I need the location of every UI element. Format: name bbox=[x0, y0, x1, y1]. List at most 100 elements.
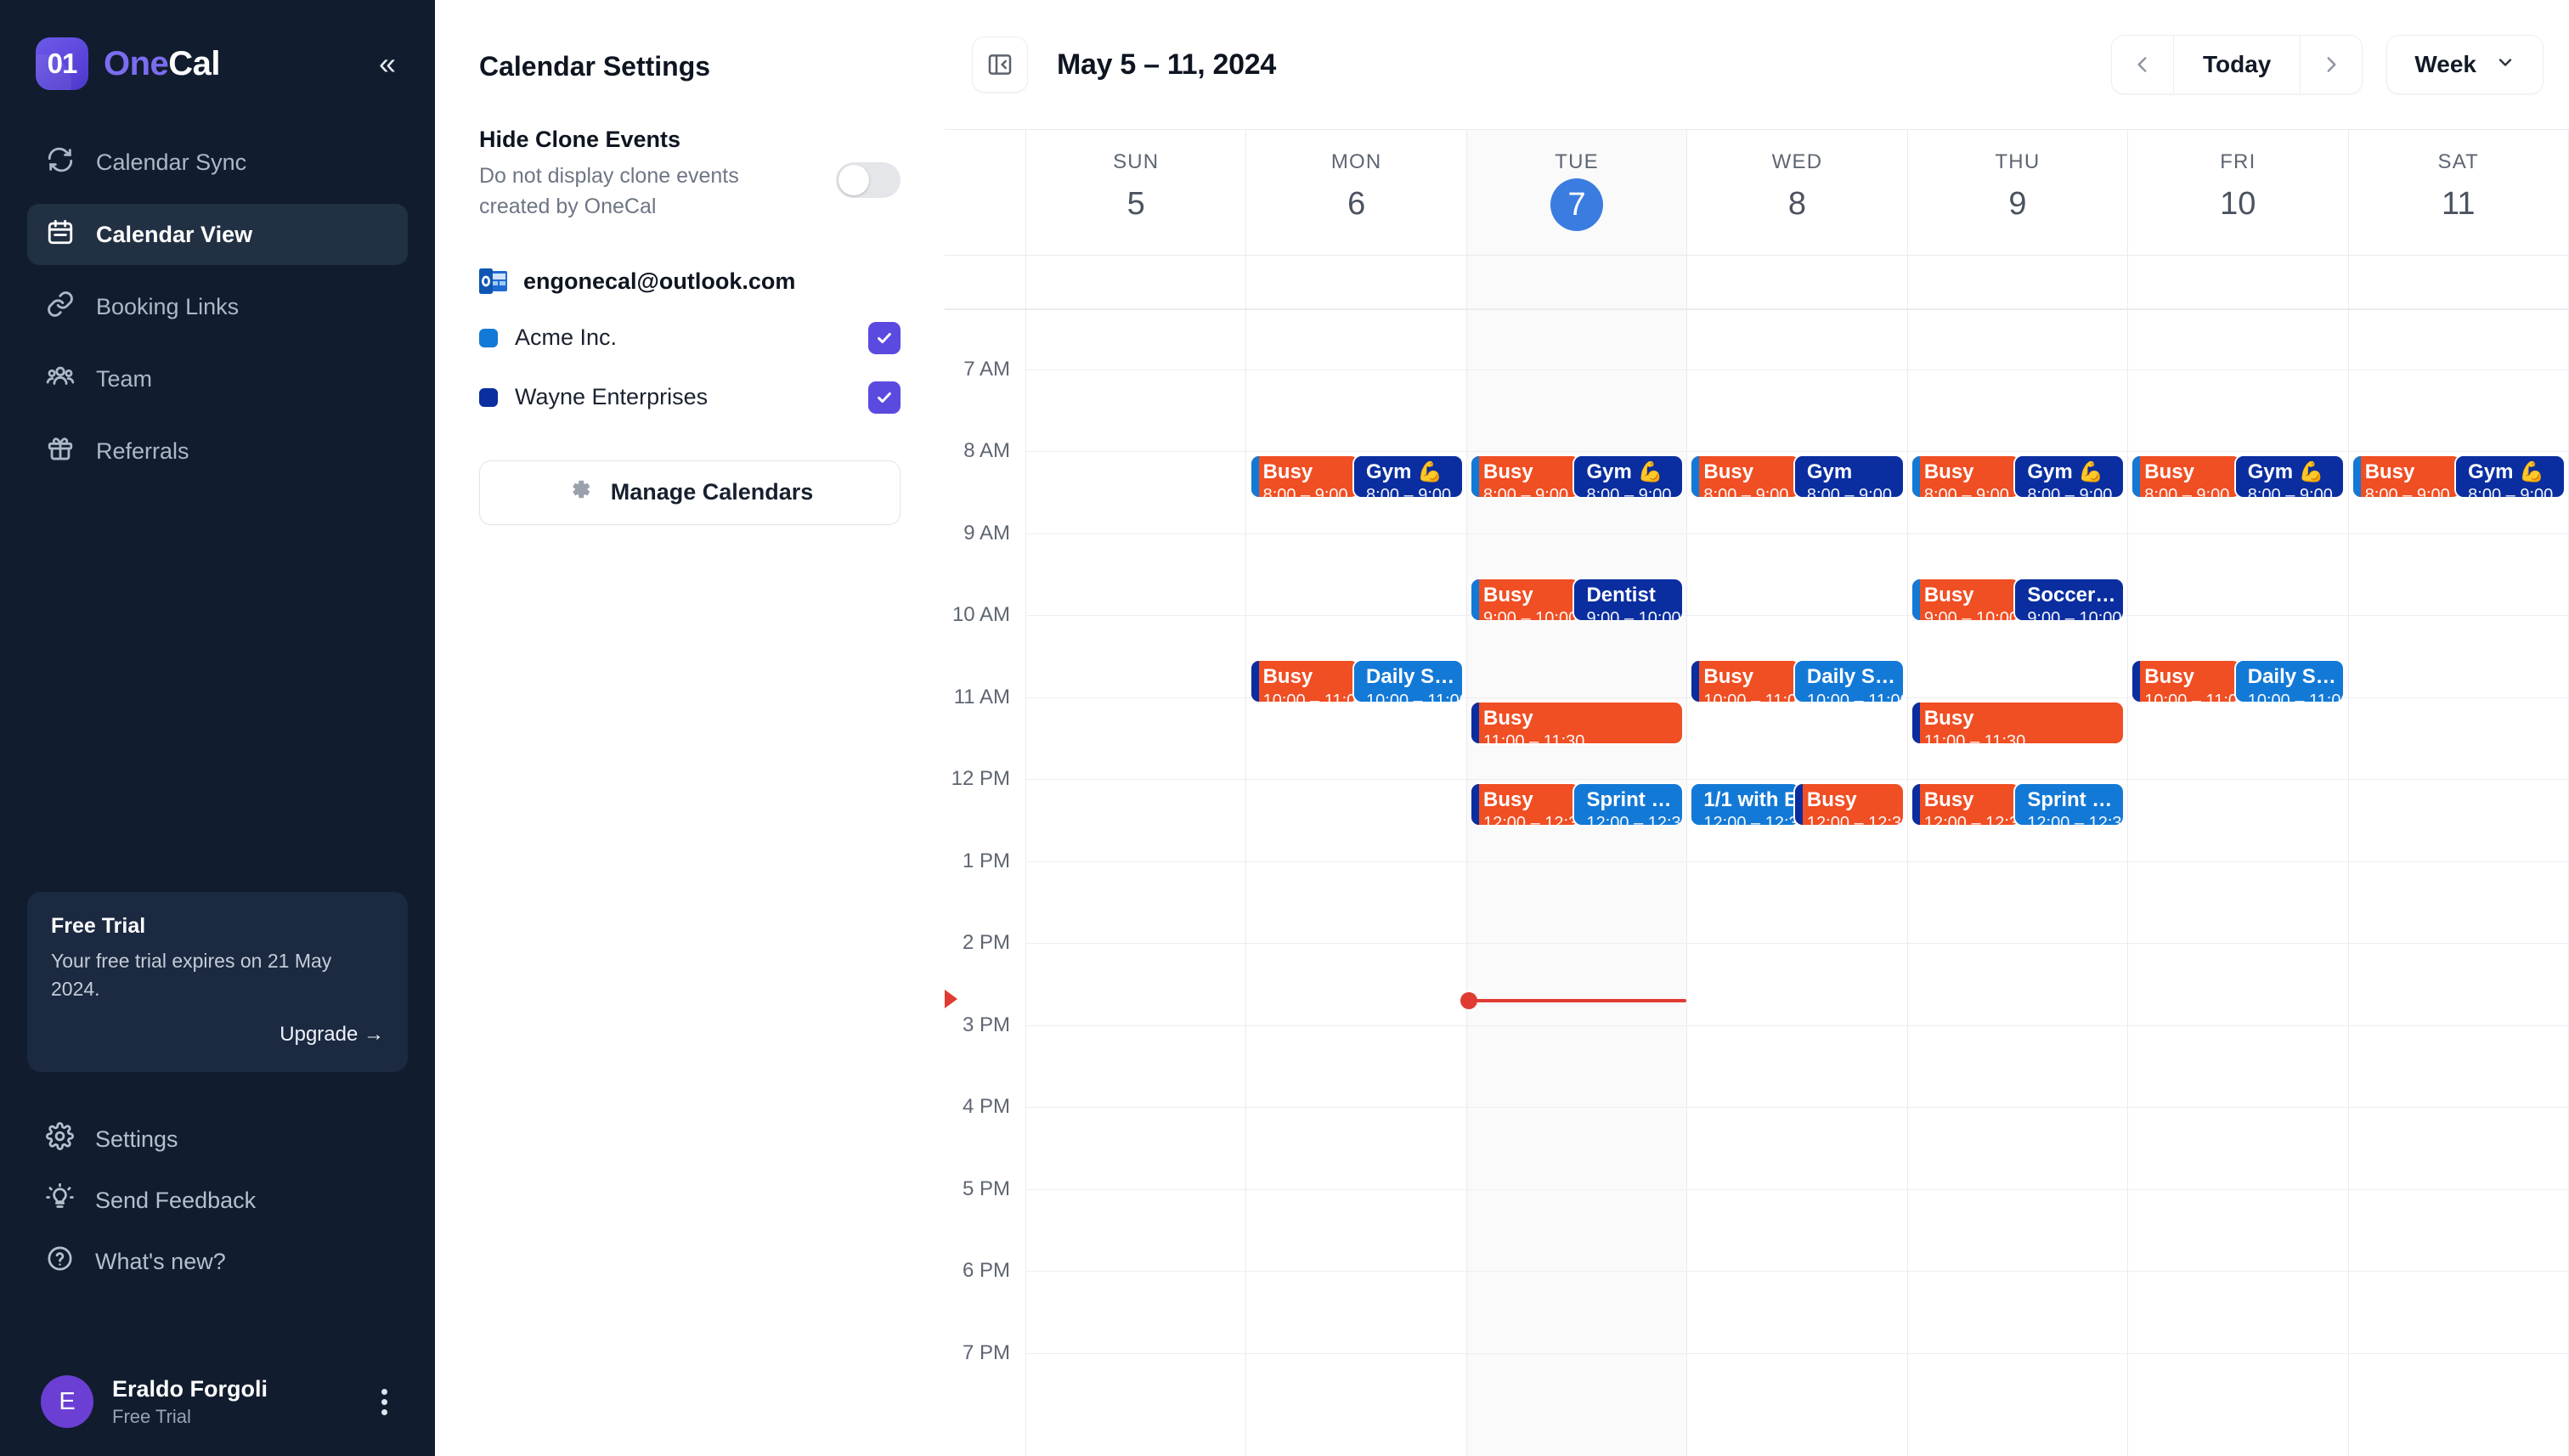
event-time: 10:00 – 11:00 bbox=[1806, 691, 1903, 703]
today-button[interactable]: Today bbox=[2172, 36, 2301, 93]
day-header-tue[interactable]: TUE 7 bbox=[1466, 130, 1688, 255]
calendar-list-item-wayne[interactable]: Wayne Enterprises bbox=[479, 381, 901, 414]
calendar-event[interactable]: Busy 8:00 – 9:00 bbox=[2132, 456, 2240, 497]
view-select[interactable]: Week bbox=[2386, 35, 2544, 94]
time-axis: 6 AM7 AM8 AM9 AM10 AM11 AM12 PM1 PM2 PM3… bbox=[945, 310, 1026, 1456]
calendar-checkbox[interactable] bbox=[868, 321, 901, 354]
hide-clone-toggle[interactable] bbox=[836, 162, 901, 198]
prev-week-button[interactable] bbox=[2111, 36, 2173, 93]
calendar-event[interactable]: Daily S… 10:00 – 11:00 bbox=[1354, 661, 1462, 703]
calendar-event[interactable]: Gym 💪 8:00 – 9:00 bbox=[1354, 456, 1462, 497]
day-header-thu[interactable]: THU 9 bbox=[1908, 130, 2129, 255]
calendar-event[interactable]: Busy 8:00 – 9:00 bbox=[1691, 456, 1800, 497]
day-column-tue[interactable]: Busy 8:00 – 9:00 Gym 💪 8:00 – 9:00 Busy 9:00 … bbox=[1460, 310, 1688, 1456]
event-title: Busy bbox=[2144, 461, 2194, 483]
day-column-wed[interactable]: Busy 8:00 – 9:00 Gym 8:00 – 9:00 Busy 10:00 –… bbox=[1687, 310, 1908, 1456]
day-columns: Busy 8:00 – 9:00 Gym 💪 8:00 – 9:00 Busy 10:00… bbox=[1026, 310, 2569, 1456]
sidebar-item-settings[interactable]: Settings bbox=[27, 1109, 408, 1170]
calendar-event[interactable]: Gym 💪 8:00 – 9:00 bbox=[2456, 456, 2564, 497]
calendar-event[interactable]: Daily S… 10:00 – 11:00 bbox=[1794, 661, 1903, 703]
calendar-toolbar: May 5 – 11, 2024 Today Week bbox=[945, 0, 2569, 129]
calendar-event[interactable]: Dentist 9:00 – 10:00 bbox=[1574, 578, 1683, 620]
hour-gridline bbox=[1026, 779, 1246, 780]
hour-gridline bbox=[2348, 697, 2568, 698]
all-day-cell[interactable] bbox=[1908, 256, 2129, 308]
next-week-button[interactable] bbox=[2301, 36, 2363, 93]
calendar-event[interactable]: Busy 10:00 – 11:00 bbox=[1251, 661, 1359, 703]
sidebar-item-label: Booking Links bbox=[96, 293, 240, 319]
calendar-view: May 5 – 11, 2024 Today Week SUN 5 MON 6 … bbox=[945, 0, 2569, 1456]
day-number: 5 bbox=[1126, 186, 1145, 222]
day-header-sat[interactable]: SAT 11 bbox=[2349, 130, 2569, 255]
calendar-event[interactable]: Busy 12:00 – 12:30 bbox=[1471, 784, 1579, 825]
day-header-fri[interactable]: FRI 10 bbox=[2128, 130, 2349, 255]
event-time: 12:00 – 12:30 bbox=[1586, 814, 1683, 825]
calendar-event[interactable]: 1/1 with E 12:00 – 12:30 bbox=[1691, 784, 1800, 825]
sidebar-item-whats-new[interactable]: What's new? bbox=[27, 1231, 408, 1292]
event-title: Busy bbox=[2144, 666, 2194, 689]
calendar-event[interactable]: Busy 12:00 – 12:30 bbox=[1794, 784, 1903, 825]
all-day-cell[interactable] bbox=[1246, 256, 1467, 308]
calendar-event[interactable]: Busy 8:00 – 9:00 bbox=[1251, 456, 1359, 497]
day-column-mon[interactable]: Busy 8:00 – 9:00 Gym 💪 8:00 – 9:00 Busy 10:00… bbox=[1246, 310, 1467, 1456]
sidebar-item-booking-links[interactable]: Booking Links bbox=[27, 276, 408, 337]
calendar-event[interactable]: Busy 8:00 – 9:00 bbox=[2352, 456, 2461, 497]
hour-gridline bbox=[1687, 861, 1907, 862]
calendar-event[interactable]: Gym 💪 8:00 – 9:00 bbox=[2235, 456, 2344, 497]
calendar-checkbox[interactable] bbox=[868, 381, 901, 414]
calendar-list-item-acme[interactable]: Acme Inc. bbox=[479, 321, 901, 354]
day-header-wed[interactable]: WED 8 bbox=[1687, 130, 1908, 255]
hour-gridline bbox=[1026, 861, 1246, 862]
calendar-event[interactable]: Busy 11:00 – 11:30 bbox=[1911, 702, 2123, 743]
day-header-sun[interactable]: SUN 5 bbox=[1026, 130, 1247, 255]
calendar-event[interactable]: Gym 💪 8:00 – 9:00 bbox=[1574, 456, 1683, 497]
calendar-event[interactable]: Busy 8:00 – 9:00 bbox=[1911, 456, 2020, 497]
all-day-cell[interactable] bbox=[1026, 256, 1247, 308]
day-header-row: SUN 5 MON 6 TUE 7 WED 8 THU 9 FRI 10 SAT 11 bbox=[945, 130, 2569, 256]
all-day-cell[interactable] bbox=[2349, 256, 2569, 308]
calendar-event[interactable]: Busy 12:00 – 12:30 bbox=[1911, 784, 2020, 825]
day-column-thu[interactable]: Busy 8:00 – 9:00 Gym 💪 8:00 – 9:00 Busy 9:00 … bbox=[1907, 310, 2129, 1456]
calendar-event[interactable]: Gym 8:00 – 9:00 bbox=[1794, 456, 1903, 497]
sidebar-item-calendar-sync[interactable]: Calendar Sync bbox=[27, 132, 408, 193]
all-day-cell[interactable] bbox=[1687, 256, 1908, 308]
event-color-stripe bbox=[1911, 784, 1920, 825]
event-time: 10:00 – 11:00 bbox=[1262, 691, 1359, 703]
calendar-event[interactable]: Busy 8:00 – 9:00 bbox=[1471, 456, 1579, 497]
day-header-mon[interactable]: MON 6 bbox=[1246, 130, 1467, 255]
manage-calendars-button[interactable]: Manage Calendars bbox=[479, 460, 901, 525]
day-column-fri[interactable]: Busy 8:00 – 9:00 Gym 💪 8:00 – 9:00 Busy 10:00… bbox=[2128, 310, 2349, 1456]
hide-clone-description: Do not display clone events created by O… bbox=[479, 164, 739, 219]
calendar-event[interactable]: Sprint … 12:00 – 12:30 bbox=[1574, 784, 1683, 825]
event-title: Daily S… bbox=[1806, 666, 1895, 689]
sidebar-item-send-feedback[interactable]: Send Feedback bbox=[27, 1170, 408, 1231]
hour-gridline bbox=[1466, 861, 1687, 862]
calendar-event[interactable]: Busy 10:00 – 11:00 bbox=[2132, 661, 2240, 703]
upgrade-link[interactable]: Upgrade → bbox=[51, 1023, 384, 1047]
calendar-event[interactable]: Soccer… 9:00 – 10:00 bbox=[2015, 578, 2123, 620]
day-column-sun[interactable] bbox=[1026, 310, 1247, 1456]
hour-gridline bbox=[1026, 1107, 1246, 1108]
event-color-stripe bbox=[2015, 578, 2024, 620]
day-column-sat[interactable]: Busy 8:00 – 9:00 Gym 💪 8:00 – 9:00 bbox=[2348, 310, 2569, 1456]
calendar-event[interactable]: Gym 💪 8:00 – 9:00 bbox=[2015, 456, 2123, 497]
calendar-event[interactable]: Busy 11:00 – 11:30 bbox=[1471, 702, 1683, 743]
calendar-event[interactable]: Busy 9:00 – 10:00 bbox=[1911, 578, 2020, 620]
sidebar-item-calendar-view[interactable]: Calendar View bbox=[27, 204, 408, 265]
chevrons-left-icon[interactable]: « bbox=[370, 43, 404, 84]
user-profile[interactable]: E Eraldo Forgoli Free Trial bbox=[0, 1347, 435, 1456]
all-day-cell[interactable] bbox=[2128, 256, 2349, 308]
calendar-event[interactable]: Busy 10:00 – 11:00 bbox=[1691, 661, 1800, 703]
hour-gridline bbox=[2128, 1271, 2348, 1272]
calendar-event[interactable]: Daily S… 10:00 – 11:00 bbox=[2235, 661, 2344, 703]
hour-gridline bbox=[1466, 1188, 1687, 1190]
sidebar-item-team[interactable]: Team bbox=[27, 348, 408, 409]
brand-name-one: One bbox=[104, 44, 169, 82]
calendar-event[interactable]: Sprint … 12:00 – 12:30 bbox=[2015, 784, 2123, 825]
calendar-event[interactable]: Busy 9:00 – 10:00 bbox=[1471, 578, 1579, 620]
hour-gridline bbox=[1026, 451, 1246, 452]
kebab-menu-icon[interactable] bbox=[375, 1378, 394, 1426]
panel-collapse-icon[interactable] bbox=[972, 37, 1028, 93]
sidebar-item-referrals[interactable]: Referrals bbox=[27, 420, 408, 482]
all-day-cell[interactable] bbox=[1466, 256, 1688, 308]
